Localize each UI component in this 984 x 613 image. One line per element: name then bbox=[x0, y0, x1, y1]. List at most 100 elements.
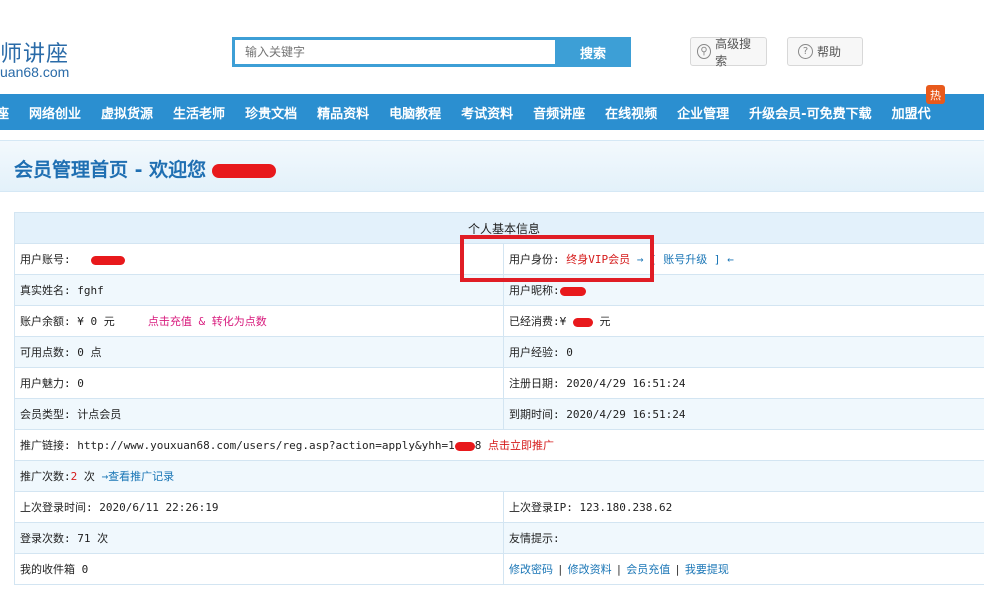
charm-cell: 用户魅力: 0 bbox=[14, 367, 504, 399]
promo-cell: 推广链接: http://www.youxuan68.com/users/reg… bbox=[14, 429, 984, 461]
redacted-username bbox=[212, 163, 277, 178]
inbox-label[interactable]: 我的收件箱 bbox=[20, 563, 75, 576]
site-logo-domain: uan68.com bbox=[0, 64, 70, 80]
nav-item-8[interactable]: 音频讲座 bbox=[523, 103, 595, 122]
nav-item-0[interactable]: 座 bbox=[0, 103, 19, 122]
points-label: 可用点数: bbox=[20, 346, 71, 359]
last-ip-label: 上次登录IP: bbox=[509, 501, 573, 514]
balance-cell: 账户余额: ¥ 0 元 点击充值 & 转化为点数 bbox=[14, 305, 504, 337]
last-login-cell: 上次登录时间: 2020/6/11 22:26:19 bbox=[14, 491, 504, 523]
regdate-cell: 注册日期: 2020/4/29 16:51:24 bbox=[503, 367, 984, 399]
nav-item-4[interactable]: 珍贵文档 bbox=[235, 103, 307, 122]
nav-item-1[interactable]: 网络创业 bbox=[19, 103, 91, 122]
promote-now-link[interactable]: 点击立即推广 bbox=[488, 439, 554, 452]
realname-value: fghf bbox=[77, 284, 104, 297]
points-cell: 可用点数: 0 点 bbox=[14, 336, 504, 368]
charm-label: 用户魅力: bbox=[20, 377, 71, 390]
balance-label: 账户余额: bbox=[20, 315, 71, 328]
site-header: 师讲座 uan68.com 搜索 ⚲ 高级搜索 ? 帮助 bbox=[0, 0, 984, 94]
upgrade-arrow-right: ← bbox=[727, 253, 734, 266]
redacted-promo-id bbox=[454, 441, 475, 451]
last-login-label: 上次登录时间: bbox=[20, 501, 93, 514]
realname-cell: 真实姓名: fghf bbox=[14, 274, 504, 306]
redacted-nickname bbox=[559, 286, 586, 296]
actions-cell: 修改密码 | 修改资料 | 会员充值 | 我要提现 bbox=[503, 553, 984, 585]
upgrade-arrow-left: → bbox=[636, 253, 644, 266]
last-ip-cell: 上次登录IP: 123.180.238.62 bbox=[503, 491, 984, 523]
member-recharge-link[interactable]: 会员充值 bbox=[626, 563, 670, 576]
expire-value: 2020/4/29 16:51:24 bbox=[566, 408, 686, 421]
identity-cell: 用户身份: 终身VIP会员 → [ 账号升级 ] ← bbox=[503, 243, 984, 275]
type-cell: 会员类型: 计点会员 bbox=[14, 398, 504, 430]
promo-count-label: 推广次数: bbox=[20, 470, 71, 483]
advanced-search-label: 高级搜索 bbox=[715, 36, 752, 68]
inbox-value: 0 bbox=[81, 563, 89, 576]
login-count-label: 登录次数: bbox=[20, 532, 71, 545]
regdate-value: 2020/4/29 16:51:24 bbox=[566, 377, 686, 390]
promo-count-cell: 推广次数:2 次 →查看推广记录 bbox=[14, 460, 984, 492]
spent-prefix: ¥ bbox=[559, 315, 567, 328]
balance-value: ¥ 0 元 bbox=[77, 315, 115, 328]
recharge-link[interactable]: 点击充值 & 转化为点数 bbox=[148, 315, 267, 328]
page-title-bar: 会员管理首页 - 欢迎您 bbox=[0, 140, 984, 192]
member-info-table: 个人基本信息 用户账号: 用户身份: 终身VIP会员 → [ 账号升级 ] ← … bbox=[14, 212, 984, 585]
charm-value: 0 bbox=[77, 377, 84, 390]
exp-cell: 用户经验: 0 bbox=[503, 336, 984, 368]
magnifier-icon: ⚲ bbox=[697, 44, 712, 59]
withdraw-link[interactable]: 我要提现 bbox=[685, 563, 729, 576]
tip-cell: 友情提示: bbox=[503, 522, 984, 554]
redacted-account bbox=[90, 255, 125, 265]
account-label: 用户账号: bbox=[20, 253, 71, 266]
promo-record-link[interactable]: →查看推广记录 bbox=[102, 470, 175, 483]
last-login-value: 2020/6/11 22:26:19 bbox=[99, 501, 219, 514]
advanced-search-button[interactable]: ⚲ 高级搜索 bbox=[690, 36, 767, 68]
hot-badge: 热 bbox=[926, 85, 945, 104]
identity-value: 终身VIP会员 bbox=[566, 253, 631, 266]
points-value: 0 点 bbox=[77, 346, 102, 359]
promo-url-end: 8 bbox=[474, 439, 482, 452]
nickname-cell: 用户昵称: bbox=[503, 274, 984, 306]
search-button[interactable]: 搜索 bbox=[555, 37, 631, 67]
spent-cell: 已经消费:¥ 元 bbox=[503, 305, 984, 337]
help-button[interactable]: ? 帮助 bbox=[787, 37, 863, 66]
promo-url[interactable]: http://www.youxuan68.com/users/reg.asp?a… bbox=[77, 439, 455, 452]
separator: | bbox=[615, 563, 623, 576]
upgrade-account-link[interactable]: [ 账号升级 ] bbox=[650, 253, 721, 266]
nav-item-2[interactable]: 虚拟货源 bbox=[91, 103, 163, 122]
promo-count-value: 2 bbox=[70, 470, 78, 483]
change-password-link[interactable]: 修改密码 bbox=[509, 563, 553, 576]
last-ip-value: 123.180.238.62 bbox=[579, 501, 673, 514]
realname-label: 真实姓名: bbox=[20, 284, 71, 297]
main-nav: 座 网络创业 虚拟货源 生活老师 珍贵文档 精品资料 电脑教程 考试资料 音频讲… bbox=[0, 94, 984, 130]
nav-item-3[interactable]: 生活老师 bbox=[163, 103, 235, 122]
nav-item-10[interactable]: 企业管理 bbox=[667, 103, 739, 122]
expire-cell: 到期时间: 2020/4/29 16:51:24 bbox=[503, 398, 984, 430]
login-count-cell: 登录次数: 71 次 bbox=[14, 522, 504, 554]
nickname-label: 用户昵称: bbox=[509, 284, 560, 297]
spent-suffix: 元 bbox=[599, 315, 611, 328]
login-count-value: 71 次 bbox=[77, 532, 109, 545]
tip-label: 友情提示: bbox=[509, 532, 560, 545]
promo-count-unit: 次 bbox=[83, 470, 95, 483]
nav-item-6[interactable]: 电脑教程 bbox=[379, 103, 451, 122]
question-icon: ? bbox=[798, 44, 813, 59]
inbox-cell: 我的收件箱 0 bbox=[14, 553, 504, 585]
account-cell: 用户账号: bbox=[14, 243, 504, 275]
regdate-label: 注册日期: bbox=[509, 377, 560, 390]
redacted-spent bbox=[572, 317, 593, 327]
expire-label: 到期时间: bbox=[509, 408, 560, 421]
nav-item-5[interactable]: 精品资料 bbox=[307, 103, 379, 122]
section-title: 个人基本信息 bbox=[14, 212, 984, 244]
nav-item-12[interactable]: 加盟代 bbox=[882, 103, 941, 122]
identity-label: 用户身份: bbox=[509, 253, 560, 266]
page-title-text: 会员管理首页 - 欢迎您 bbox=[14, 159, 207, 181]
nav-item-9[interactable]: 在线视频 bbox=[595, 103, 667, 122]
nav-item-7[interactable]: 考试资料 bbox=[451, 103, 523, 122]
edit-profile-link[interactable]: 修改资料 bbox=[568, 563, 612, 576]
exp-value: 0 bbox=[566, 346, 573, 359]
nav-item-11[interactable]: 升级会员-可免费下载 bbox=[739, 103, 881, 122]
search-input[interactable] bbox=[232, 37, 555, 67]
separator: | bbox=[557, 563, 564, 576]
spent-label: 已经消费: bbox=[509, 315, 560, 328]
page-title: 会员管理首页 - 欢迎您 bbox=[14, 155, 277, 182]
